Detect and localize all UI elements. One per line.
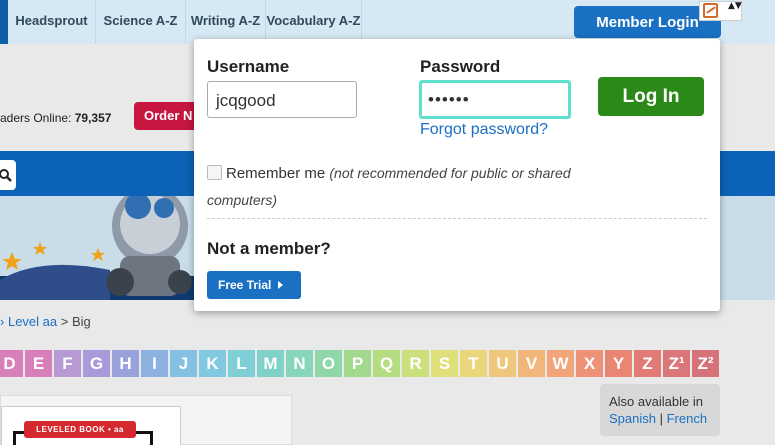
available-in-label: Also available in bbox=[609, 394, 703, 409]
level-letter[interactable]: R bbox=[402, 350, 429, 377]
level-letter[interactable]: F bbox=[54, 350, 81, 377]
book-cover[interactable]: LEVELED BOOK • aa bbox=[1, 406, 181, 445]
free-trial-label: Free Trial bbox=[218, 278, 272, 292]
level-letter[interactable]: U bbox=[489, 350, 516, 377]
level-letter[interactable]: I bbox=[141, 350, 168, 377]
tab-headsprout[interactable]: Headsprout bbox=[8, 0, 96, 44]
login-dropdown: Username jcqgood Password •••••• Forgot … bbox=[194, 39, 720, 311]
tab-writing-a-z[interactable]: Writing A-Z bbox=[186, 0, 266, 44]
level-letter[interactable]: Z² bbox=[692, 350, 719, 377]
breadcrumb-level-link[interactable]: Level aa bbox=[8, 314, 57, 329]
readers-count: 79,357 bbox=[74, 111, 112, 125]
tab-label: Vocabulary A-Z bbox=[266, 13, 361, 28]
tab-label: Science A-Z bbox=[103, 13, 178, 28]
level-letter[interactable]: K bbox=[199, 350, 226, 377]
remember-me-row: Remember me (not recommended for public … bbox=[207, 160, 627, 214]
level-letter[interactable]: P bbox=[344, 350, 371, 377]
level-letter[interactable]: Q bbox=[373, 350, 400, 377]
leveled-book-tag: LEVELED BOOK • aa bbox=[24, 421, 136, 438]
book-card: LEVELED BOOK • aa bbox=[0, 395, 292, 445]
remember-me-label[interactable]: Remember me bbox=[226, 165, 325, 182]
level-letter[interactable]: E bbox=[25, 350, 52, 377]
level-letter[interactable]: O bbox=[315, 350, 342, 377]
spanish-link[interactable]: Spanish bbox=[609, 411, 656, 426]
level-letter[interactable]: H bbox=[112, 350, 139, 377]
level-letter[interactable]: D bbox=[0, 350, 23, 377]
readers-label: aders Online: bbox=[0, 111, 72, 125]
lang-separator: | bbox=[655, 411, 667, 426]
search-icon bbox=[0, 169, 12, 182]
robot-illustration bbox=[0, 196, 192, 300]
forgot-password-link[interactable]: Forgot password? bbox=[420, 121, 548, 139]
top-nav: Headsprout Science A-Z Writing A-Z Vocab… bbox=[0, 0, 775, 44]
level-letter[interactable]: M bbox=[257, 350, 284, 377]
level-letter[interactable]: L bbox=[228, 350, 255, 377]
tab-label: Writing A-Z bbox=[190, 13, 261, 28]
remember-me-checkbox[interactable] bbox=[207, 165, 222, 180]
translate-icon bbox=[703, 3, 718, 18]
divider bbox=[207, 218, 707, 219]
not-a-member-heading: Not a member? bbox=[207, 239, 331, 258]
breadcrumb-current: Big bbox=[71, 314, 91, 329]
tab-label: Headsprout bbox=[15, 13, 88, 28]
tab-science-a-z[interactable]: Science A-Z bbox=[96, 0, 186, 44]
username-label: Username bbox=[207, 57, 290, 76]
level-letter[interactable]: Z bbox=[634, 350, 661, 377]
available-languages: Also available in Spanish | French bbox=[600, 384, 720, 436]
spinner-arrows-icon[interactable]: ▲▼ bbox=[728, 2, 742, 11]
level-letter[interactable]: V bbox=[518, 350, 545, 377]
nav-left-accent bbox=[0, 0, 8, 44]
log-in-button[interactable]: Log In bbox=[598, 77, 704, 116]
search-button[interactable] bbox=[0, 160, 16, 190]
level-letter[interactable]: J bbox=[170, 350, 197, 377]
level-letter[interactable]: N bbox=[286, 350, 313, 377]
level-letter[interactable]: Y bbox=[605, 350, 632, 377]
level-letter[interactable]: Z¹ bbox=[663, 350, 690, 377]
translate-widget[interactable]: ▲▼ bbox=[699, 1, 742, 21]
breadcrumb: › Level aa > Big bbox=[0, 314, 91, 329]
level-letter[interactable]: S bbox=[431, 350, 458, 377]
level-letter[interactable]: W bbox=[547, 350, 574, 377]
chevron-right-icon bbox=[278, 281, 284, 289]
french-link[interactable]: French bbox=[667, 411, 707, 426]
level-letter[interactable]: G bbox=[83, 350, 110, 377]
tab-vocabulary-a-z[interactable]: Vocabulary A-Z bbox=[266, 0, 362, 44]
level-letter[interactable]: T bbox=[460, 350, 487, 377]
level-letter-bar: D E F G H I J K L M N O P Q R S T U V W … bbox=[0, 350, 775, 377]
password-field[interactable]: •••••• bbox=[419, 80, 571, 119]
breadcrumb-separator: › bbox=[0, 314, 5, 329]
password-label: Password bbox=[420, 57, 501, 76]
level-letter[interactable]: X bbox=[576, 350, 603, 377]
free-trial-button[interactable]: Free Trial bbox=[207, 271, 301, 299]
username-field[interactable]: jcqgood bbox=[207, 81, 357, 118]
readers-online: aders Online: 79,357 bbox=[0, 111, 111, 125]
breadcrumb-separator: > bbox=[57, 314, 72, 329]
